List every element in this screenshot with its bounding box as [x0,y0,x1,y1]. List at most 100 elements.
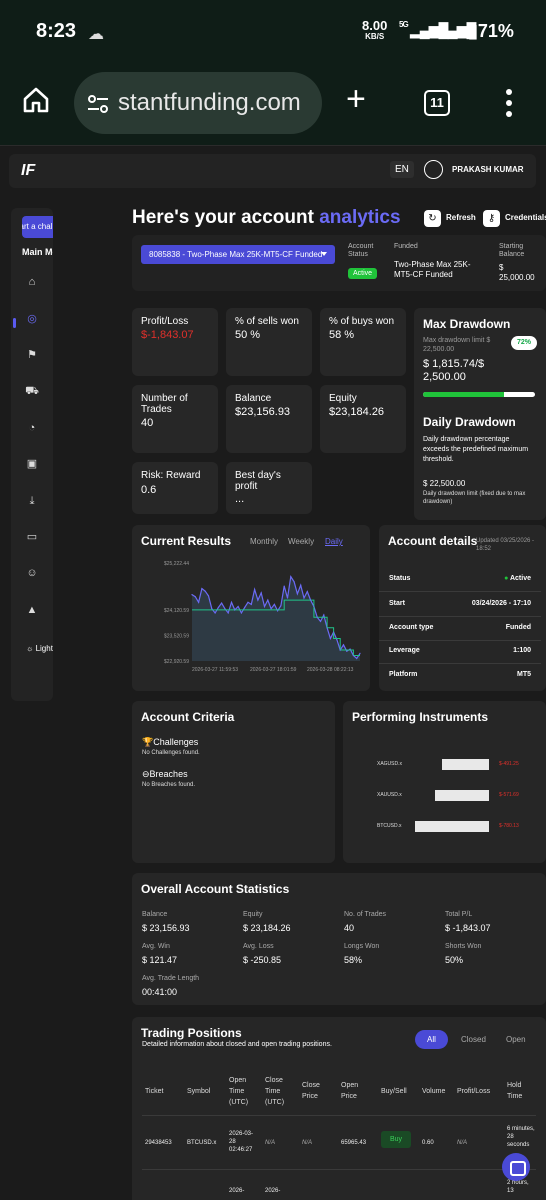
sidebar-bag-icon[interactable]: ◔ [25,421,39,435]
theme-toggle[interactable]: ☼ Light [26,644,53,653]
stat-label: Avg. Win [142,943,170,950]
cell-hold-time: 2 hours, 13 [507,1180,529,1194]
language-button[interactable]: EN [390,161,414,178]
sidebar-analytics-icon[interactable]: ◎ [25,312,39,326]
data-point [303,597,305,599]
data-point [333,631,335,633]
instrument-value: $-491.25 [499,761,519,767]
challenges-heading: 🏆Challenges [142,737,199,747]
stat-value: $ -1,843.07 [445,923,491,933]
column-header: Ticket [145,1088,164,1095]
data-point [194,596,196,598]
column-header: Volume [422,1088,446,1095]
stat-label: Longs Won [344,943,380,950]
stat-value: $ -250.85 [243,955,282,965]
user-avatar-icon[interactable] [424,160,443,179]
account-criteria-card: Account Criteria 🏆Challenges No Challeng… [132,701,335,863]
starting-balance-label: Starting Balance [499,243,525,258]
data-point [217,606,219,608]
overall-stats-title: Overall Account Statistics [141,882,290,896]
sidebar-book-icon[interactable]: ▭ [25,530,39,544]
detail-row-status: Status ● Active [389,575,531,582]
page-title: Here's your account analytics [132,207,401,228]
chat-support-button[interactable] [502,1153,530,1181]
cell-close-time: N/A [265,1140,276,1146]
daily-drawdown-description: Daily drawdown percentage exceeds the pr… [423,436,529,463]
tab-daily[interactable]: Daily [325,537,343,546]
filter-open[interactable]: Open [506,1035,526,1044]
credentials-button[interactable]: Credentials [505,213,546,222]
sidebar-education-icon[interactable]: ▲ [25,603,39,617]
stat-label: Balance [142,911,168,918]
filter-all[interactable]: All [415,1030,448,1049]
data-point [254,588,256,591]
series-area [192,576,360,661]
sidebar-active-indicator [13,318,16,328]
new-tab-icon[interactable]: + [346,82,366,116]
detail-row-leverage: Leverage 1:100 [389,647,531,654]
refresh-icon[interactable]: ↻ [424,210,441,227]
sidebar-home-icon[interactable]: ⌂ [25,275,39,289]
data-point [339,649,341,651]
column-header: Close Time (UTC) [265,1077,285,1106]
instrument-row: XAUUSD.x $-571.69 [343,790,546,802]
start-challenge-button[interactable]: Start a challenge [22,216,53,238]
drawdown-progress-bar [423,392,535,397]
column-header: Symbol [187,1088,211,1095]
data-point [207,595,210,597]
data-point [240,612,242,614]
detail-row-platform: Platform MT5 [389,671,531,678]
stat-label: Equity [243,911,263,918]
overall-stats-card: Overall Account Statistics Balance $ 23,… [132,873,546,1005]
address-bar[interactable]: stantfunding.com [74,72,322,134]
site-settings-icon[interactable] [86,92,110,116]
key-icon[interactable]: ⚷ [483,210,500,227]
metric-card-best-day: Best day's profit ... [226,462,312,514]
user-name[interactable]: PRAKASH KUMAR [452,165,524,174]
divider [379,591,541,592]
tab-weekly[interactable]: Weekly [288,537,314,546]
data-point [336,639,338,641]
browser-toolbar: stantfunding.com + 11 [0,62,546,146]
sidebar-download-icon[interactable]: ⤓ [25,494,39,508]
metric-label: Best day's profit [235,470,281,492]
account-details-card: Account details Updated 03/25/2026 - 18:… [379,525,546,691]
drawdown-progress-fill [423,392,504,397]
stat-label: Avg. Trade Length [142,975,200,982]
x-tick-label: 2026-03-28 08:22:13 [307,667,354,673]
filter-closed[interactable]: Closed [461,1035,486,1044]
metric-value: $23,156.93 [235,406,291,418]
sidebar-cart-icon[interactable]: ⛟ [25,384,39,398]
account-select[interactable]: 8085838 - Two-Phase Max 25K-MT5-CF Funde… [141,245,335,264]
max-drawdown-title: Max Drawdown [423,317,511,331]
data-point [342,644,345,646]
column-header: Buy/Sell [381,1088,407,1095]
account-criteria-title: Account Criteria [141,710,235,724]
stat-value: $ 23,156.93 [142,923,190,933]
home-icon[interactable] [22,86,50,114]
sidebar-calendar-icon[interactable]: ▣ [25,457,39,471]
data-point [263,605,266,608]
sidebar-flag-icon[interactable]: ⚑ [25,348,39,362]
metric-label: Balance [235,393,272,404]
max-drawdown-value: $ 1,815.74/$ 2,500.00 [423,358,485,383]
data-point [313,605,315,608]
sidebar: Start a challenge Main Menu ⌂ ◎ ⚑ ⛟ ◔ ▣ … [11,208,53,701]
column-header: Open Price [341,1082,359,1100]
data-point [280,605,282,607]
funded-label: Funded [394,243,418,250]
tab-switcher-button[interactable]: 11 [424,90,450,116]
stat-value: $ 121.47 [142,955,178,965]
metric-label: Equity [329,393,357,404]
data-point [359,652,361,654]
tab-monthly[interactable]: Monthly [250,537,278,546]
sidebar-support-icon[interactable]: ☺ [25,566,39,580]
drawdown-percent-badge: 72% [511,336,537,350]
logo-icon[interactable]: IF [21,162,35,180]
cell-ticket: 29438453 [145,1140,172,1146]
divider [142,1169,536,1170]
data-point [306,591,308,593]
refresh-button[interactable]: Refresh [446,213,476,222]
data-point [257,599,259,601]
more-menu-icon[interactable] [505,88,513,118]
